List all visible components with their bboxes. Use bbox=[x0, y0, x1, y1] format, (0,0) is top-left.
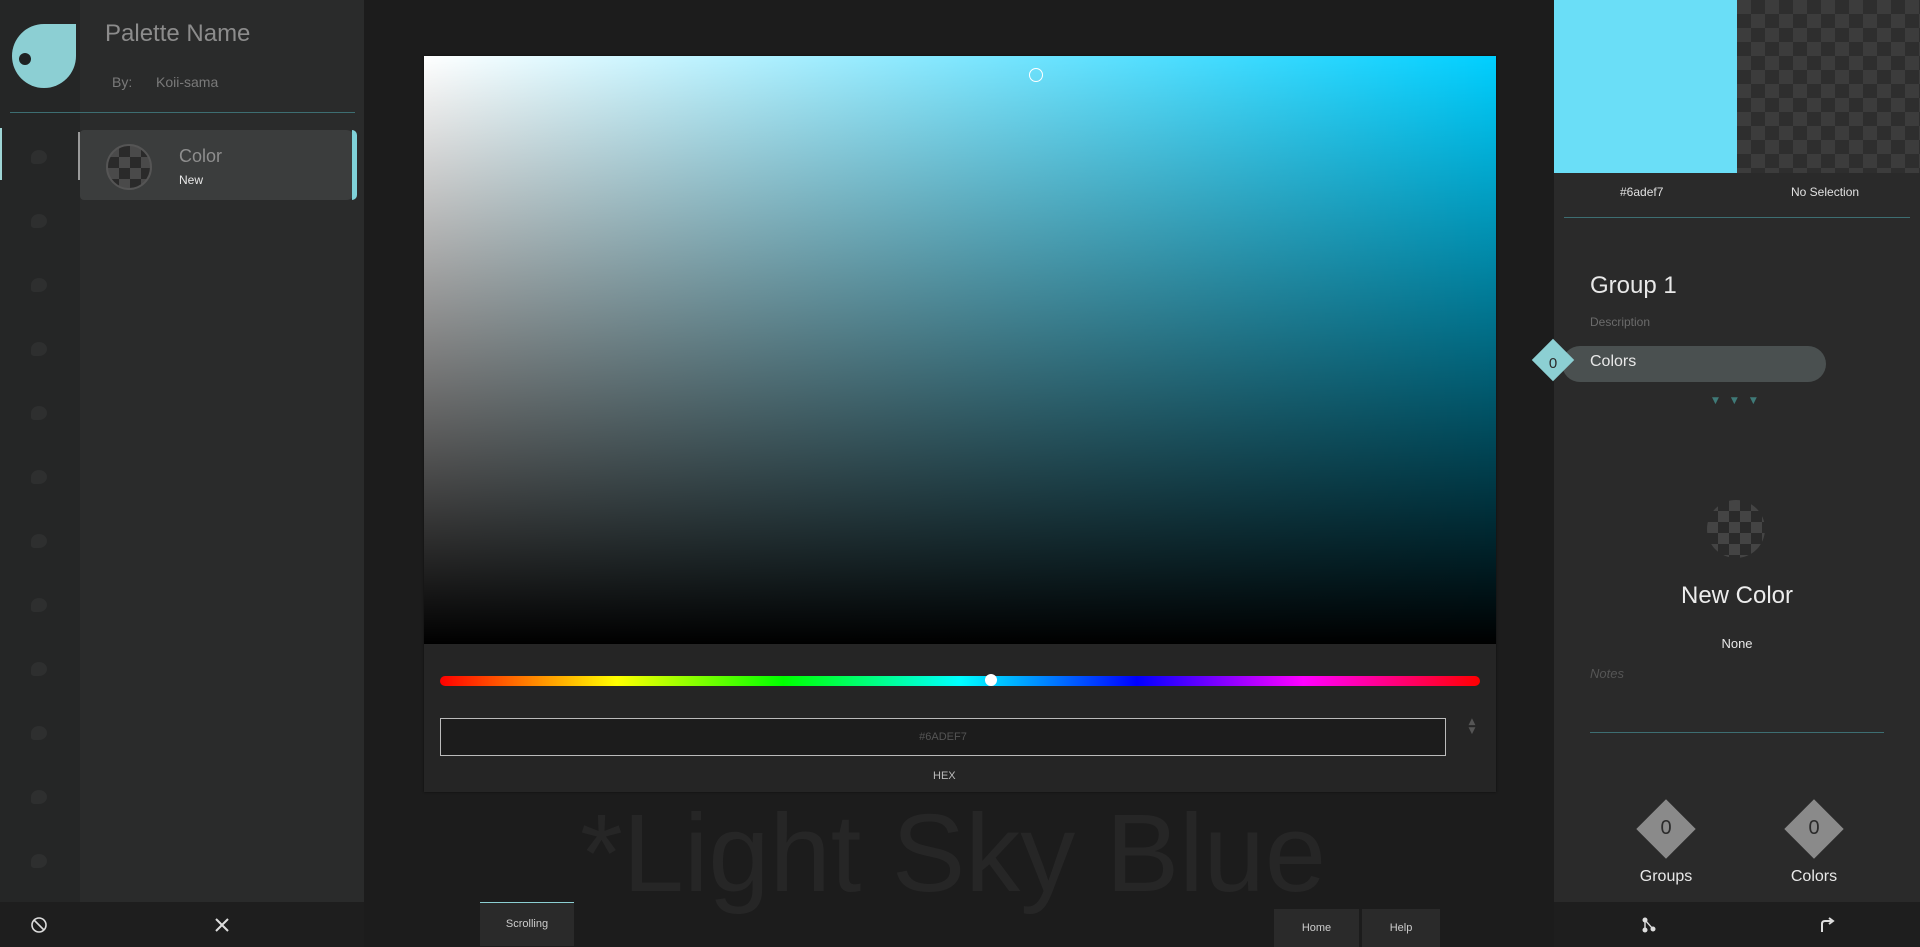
group-rail bbox=[0, 0, 80, 902]
new-color-swatch bbox=[1707, 500, 1765, 558]
close-icon[interactable] bbox=[212, 915, 232, 935]
current-color-swatch bbox=[1554, 0, 1737, 173]
rail-item-icon[interactable] bbox=[31, 278, 47, 292]
sv-handle[interactable] bbox=[1029, 68, 1043, 82]
colors-total-count: 0 bbox=[1808, 817, 1820, 839]
groups-count: 0 bbox=[1660, 817, 1672, 839]
rail-item-icon[interactable] bbox=[31, 854, 47, 868]
rail-item-icon[interactable] bbox=[31, 534, 47, 548]
author-label: By: bbox=[112, 74, 133, 90]
notes-underline bbox=[1590, 732, 1884, 733]
color-item-status: New bbox=[179, 173, 204, 187]
expand-chevrons-icon[interactable]: ▼▼▼ bbox=[1712, 396, 1769, 406]
hue-slider[interactable] bbox=[440, 676, 1480, 686]
current-hex: #6adef7 bbox=[1620, 185, 1664, 199]
divider bbox=[10, 112, 355, 113]
format-toggle-icon[interactable]: ▲ ▼ bbox=[1466, 718, 1478, 740]
scrolling-button[interactable]: Scrolling bbox=[480, 902, 574, 946]
color-name-watermark: *Light Sky Blue bbox=[580, 792, 1326, 915]
share-icon[interactable] bbox=[1639, 915, 1659, 935]
saturation-value-area[interactable] bbox=[424, 56, 1496, 644]
selection-swatch-empty bbox=[1737, 0, 1920, 173]
item-left-bar bbox=[78, 132, 80, 180]
logo-dot bbox=[19, 53, 31, 65]
help-button[interactable]: Help bbox=[1362, 909, 1440, 947]
colors-tab-label: Colors bbox=[1590, 353, 1637, 370]
rail-item-icon[interactable] bbox=[31, 470, 47, 484]
colors-total-label: Colors bbox=[1790, 868, 1838, 885]
selection-status: No Selection bbox=[1791, 185, 1860, 199]
export-icon[interactable] bbox=[1817, 915, 1837, 935]
rail-active-marker bbox=[0, 128, 2, 180]
color-swatch-empty bbox=[106, 144, 152, 190]
bottom-toolbar-right bbox=[1554, 902, 1920, 947]
item-selected-indicator bbox=[352, 130, 357, 200]
group-title[interactable]: Group 1 bbox=[1590, 272, 1677, 300]
groups-label: Groups bbox=[1639, 868, 1693, 885]
hex-label: HEX bbox=[933, 770, 956, 782]
divider bbox=[1564, 217, 1910, 218]
rail-item-icon[interactable] bbox=[31, 726, 47, 740]
color-name[interactable]: New Color bbox=[1554, 582, 1920, 610]
prohibited-icon[interactable] bbox=[30, 916, 48, 934]
rail-item-icon[interactable] bbox=[31, 790, 47, 804]
hex-input[interactable]: #6ADEF7 bbox=[440, 718, 1446, 756]
bottom-toolbar-left bbox=[0, 902, 364, 947]
rail-item-icon[interactable] bbox=[31, 406, 47, 420]
color-item-label: Color bbox=[179, 146, 223, 166]
rail-item-icon[interactable] bbox=[31, 150, 47, 164]
color-family: None bbox=[1721, 636, 1753, 651]
notes-field[interactable]: Notes bbox=[1590, 666, 1884, 732]
rail-item-icon[interactable] bbox=[31, 598, 47, 612]
author-name[interactable]: Koii-sama bbox=[156, 74, 218, 90]
rail-item-icon[interactable] bbox=[31, 214, 47, 228]
palette-name[interactable]: Palette Name bbox=[105, 20, 250, 48]
group-description[interactable]: Description bbox=[1590, 315, 1650, 329]
rail-item-icon[interactable] bbox=[31, 662, 47, 676]
rail-item-icon[interactable] bbox=[31, 342, 47, 356]
colors-count: 0 bbox=[1548, 355, 1558, 372]
home-button[interactable]: Home bbox=[1274, 909, 1359, 947]
